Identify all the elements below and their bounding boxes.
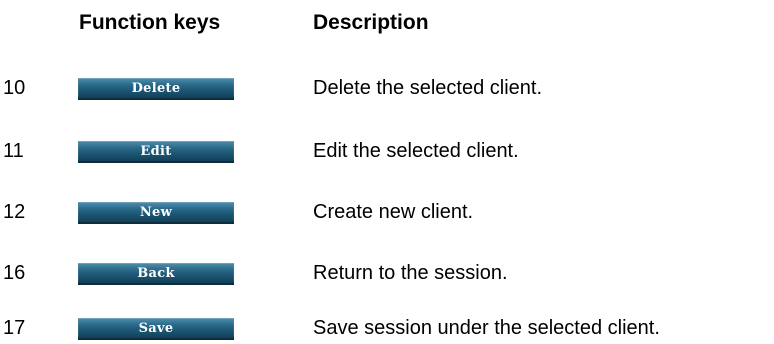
row-number: 10 [3, 77, 26, 99]
row-description: Create new client. [313, 201, 474, 223]
edit-button[interactable]: Edit [78, 141, 234, 163]
row-description: Return to the session. [313, 262, 508, 284]
row-description: Edit the selected client. [313, 140, 519, 162]
function-keys-header: Function keys [79, 11, 221, 34]
table-row: 10 Delete Delete the selected client. [0, 73, 774, 103]
delete-button[interactable]: Delete [78, 78, 234, 100]
table-row: 16 Back Return to the session. [0, 258, 774, 288]
table-row: 12 New Create new client. [0, 197, 774, 227]
table-row: 11 Edit Edit the selected client. [0, 136, 774, 166]
description-header: Description [313, 11, 429, 34]
row-number: 16 [3, 262, 26, 284]
row-number: 11 [3, 140, 24, 162]
row-description: Delete the selected client. [313, 77, 543, 99]
table-row: 17 Save Save session under the selected … [0, 313, 774, 343]
row-description: Save session under the selected client. [313, 317, 660, 339]
row-number: 12 [3, 201, 26, 223]
save-button[interactable]: Save [78, 318, 234, 340]
new-button[interactable]: New [78, 202, 234, 224]
row-number: 17 [3, 317, 26, 339]
back-button[interactable]: Back [78, 263, 234, 285]
